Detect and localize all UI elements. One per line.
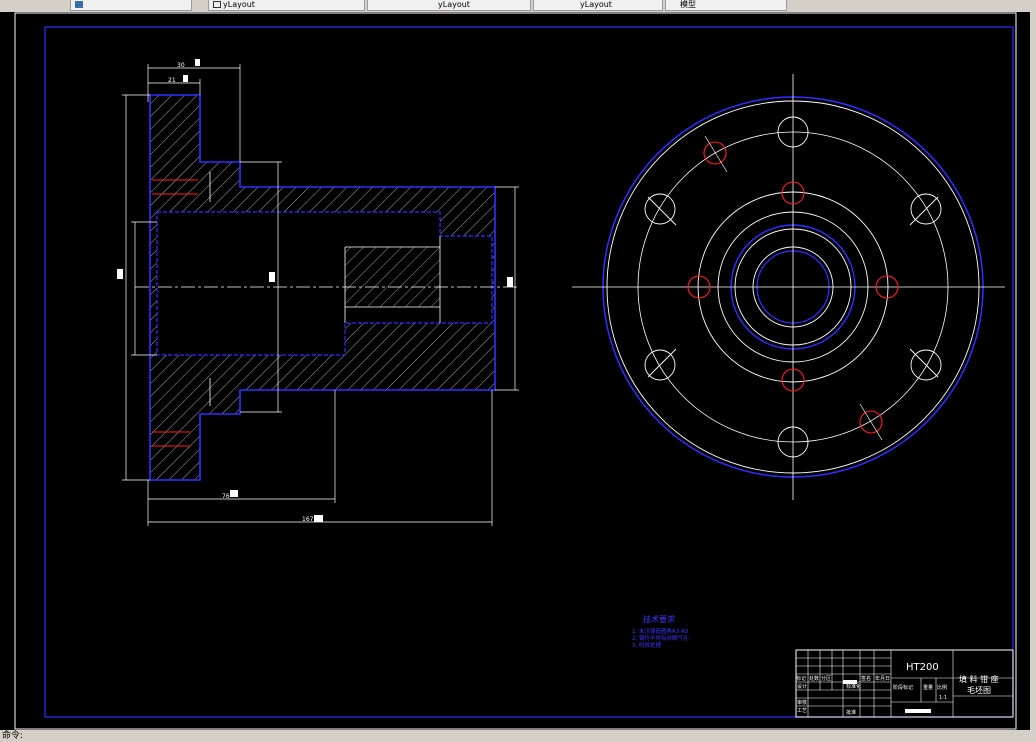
dim-label: 76 — [222, 493, 230, 500]
tab-label: yLayout — [580, 0, 612, 9]
tb-label: 工艺 — [797, 708, 807, 714]
drawing-title: 毛坯图 — [967, 685, 991, 695]
tab-label: yLayout — [438, 0, 470, 9]
end-view — [572, 74, 1005, 500]
tb-value: 1:1 — [939, 695, 947, 701]
layout-tab-1[interactable] — [70, 0, 192, 11]
section-view: 30 21 76 167 — [117, 59, 520, 526]
layout-tab-5[interactable]: 模型 — [665, 0, 787, 11]
layout-tab-2[interactable]: yLayout — [208, 0, 365, 11]
tb-label: 签名 — [861, 675, 871, 682]
tech-req-line: 1. 未注铸造圆角R3-R5 — [632, 627, 689, 635]
tb-label: 分区 — [821, 675, 831, 682]
sheet-icon — [75, 1, 83, 8]
dim-label: 167 — [302, 516, 314, 523]
tech-requirements: 技术要求 1. 未注铸造圆角R3-R5 2. 铸件不得有砂眼气孔 3. 时效处理 — [632, 614, 689, 649]
tb-label: 标记 — [796, 675, 806, 682]
tb-label: 审核 — [797, 699, 807, 706]
sheet-icon — [213, 1, 221, 8]
tb-label: 比例 — [937, 684, 947, 691]
tb-label: 批准 — [846, 709, 856, 716]
dim-label: 30 — [177, 62, 185, 69]
tb-label: 设计 — [797, 683, 807, 690]
layout-tab-4[interactable]: yLayout — [533, 0, 663, 11]
tech-req-line: 2. 铸件不得有砂眼气孔 — [632, 634, 689, 642]
dim-label: 21 — [168, 77, 176, 84]
cad-drawing: 30 21 76 167 技术要求 1. 未注铸造圆角R3-R5 2. 铸件不得… — [14, 12, 1017, 730]
tb-label: 标准化 — [846, 683, 861, 690]
layout-tab-3[interactable]: yLayout — [367, 0, 531, 11]
command-prompt: 命令: — [2, 731, 24, 741]
drawing-canvas[interactable]: 30 21 76 167 技术要求 1. 未注铸造圆角R3-R5 2. 铸件不得… — [0, 12, 1030, 730]
part-name: 填 料 钳 座 — [959, 674, 999, 684]
tech-req-title: 技术要求 — [643, 614, 675, 624]
tech-req-line: 3. 时效处理 — [632, 641, 661, 649]
tab-label: 模型 — [680, 0, 696, 9]
status-bar: 命令: — [0, 730, 1036, 742]
tb-label: 阶段标记 — [893, 684, 913, 691]
material-label: HT200 — [906, 662, 939, 673]
vertical-scrollbar[interactable] — [1030, 12, 1036, 730]
tb-label: 重量 — [923, 684, 933, 691]
title-block: HT200 填 料 钳 座 毛坯图 标记 处数 分区 签名 年月日 设计 标准化… — [795, 649, 1014, 718]
tb-label: 处数 — [809, 675, 819, 682]
tb-label: 年月日 — [875, 675, 890, 682]
